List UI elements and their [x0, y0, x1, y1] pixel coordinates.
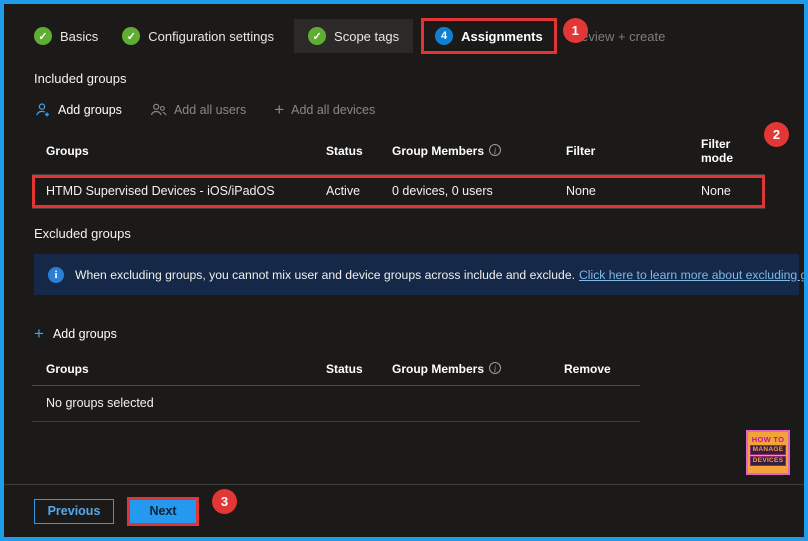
table-divider [32, 208, 765, 209]
col-filter: Filter [566, 144, 596, 158]
step-number-icon: 4 [435, 27, 454, 45]
col-status: Status [326, 144, 363, 158]
tab-scope-tags[interactable]: ✓ Scope tags [294, 19, 414, 53]
empty-state-row: No groups selected [32, 386, 640, 422]
cell-group-name[interactable]: HTMD Supervised Devices - iOS/iPadOS [46, 184, 326, 198]
wizard-steps: ✓ Basics ✓ Configuration settings ✓ Scop… [34, 17, 804, 54]
person-add-icon [34, 101, 51, 118]
cell-group-members: 0 devices, 0 users [392, 184, 493, 198]
add-all-users-button[interactable]: Add all users [150, 101, 246, 118]
col-groups: Groups [46, 362, 89, 376]
annotation-badge-1: 1 [562, 17, 588, 43]
included-groups-toolbar: Add groups Add all users + Add all devic… [34, 101, 804, 118]
excluding-groups-link[interactable]: Click here to learn more about excluding… [579, 268, 804, 282]
check-icon: ✓ [122, 27, 141, 45]
included-table-header: Groups Status Group Members i Filter Filt… [32, 132, 765, 175]
cell-status: Active [326, 184, 361, 198]
info-banner: i When excluding groups, you cannot mix … [34, 254, 804, 295]
add-all-users-label: Add all users [173, 102, 247, 117]
excluded-groups-heading: Excluded groups [34, 226, 131, 241]
next-button[interactable]: Next [130, 499, 196, 523]
check-icon: ✓ [308, 27, 327, 45]
plus-icon: + [274, 99, 285, 119]
cell-filter: None [566, 184, 596, 198]
tab-assignments-label: Assignments [461, 28, 543, 44]
banner-message: When excluding groups, you cannot mix us… [75, 268, 804, 282]
plus-icon: + [34, 324, 44, 343]
tab-scope-tags-label: Scope tags [334, 28, 400, 44]
excluded-add-groups-button[interactable]: + Add groups [34, 324, 804, 343]
col-group-members: Group Members i [392, 144, 566, 158]
included-groups-table: 2 Groups Status Group Members i Filter Fi… [32, 122, 789, 209]
excluded-table-header: Groups Status Group Members i Remove [32, 357, 640, 386]
table-row[interactable]: HTMD Supervised Devices - iOS/iPadOS Act… [35, 178, 762, 205]
info-icon[interactable]: i [489, 144, 502, 156]
tab-configuration-settings[interactable]: ✓ Configuration settings [122, 27, 274, 45]
assignments-wizard-page: ✓ Basics ✓ Configuration settings ✓ Scop… [0, 0, 808, 541]
excluded-groups-table: Groups Status Group Members i Remove No g… [32, 357, 640, 422]
annotation-box-row: HTMD Supervised Devices - iOS/iPadOS Act… [32, 175, 765, 208]
annotation-badge-2: 2 [764, 122, 789, 147]
col-remove: Remove [564, 362, 611, 376]
col-status: Status [326, 362, 363, 376]
col-groups: Groups [46, 144, 89, 158]
cell-filter-mode: None [701, 184, 731, 198]
logo-line1: HOW TO [751, 435, 785, 444]
wizard-footer: Previous Next 3 [4, 484, 804, 537]
tab-configuration-label: Configuration settings [148, 28, 275, 44]
add-groups-button[interactable]: Add groups [34, 101, 122, 118]
annotation-box-next: Next [127, 496, 199, 526]
excluded-add-groups-label: Add groups [52, 327, 117, 341]
add-all-devices-button[interactable]: + Add all devices [274, 99, 376, 119]
add-all-devices-label: Add all devices [291, 102, 376, 117]
previous-button[interactable]: Previous [34, 498, 114, 524]
logo-line2: MANAGE [749, 445, 787, 455]
howtomanagedevices-logo: HOW TO MANAGE DEVICES [746, 430, 790, 475]
tab-assignments[interactable]: 4 Assignments [421, 18, 557, 54]
tab-basics-label: Basics [60, 28, 99, 44]
tab-basics[interactable]: ✓ Basics [34, 27, 98, 45]
info-icon[interactable]: i [489, 362, 502, 374]
annotation-badge-3: 3 [212, 488, 237, 514]
info-icon: i [48, 266, 64, 283]
included-groups-heading: Included groups [34, 71, 127, 86]
col-filter-mode: Filter mode [701, 137, 734, 165]
add-groups-label: Add groups [58, 102, 122, 117]
col-group-members: Group Members i [392, 362, 564, 376]
logo-line3: DEVICES [749, 456, 787, 466]
check-icon: ✓ [34, 27, 52, 45]
people-icon [150, 101, 167, 118]
